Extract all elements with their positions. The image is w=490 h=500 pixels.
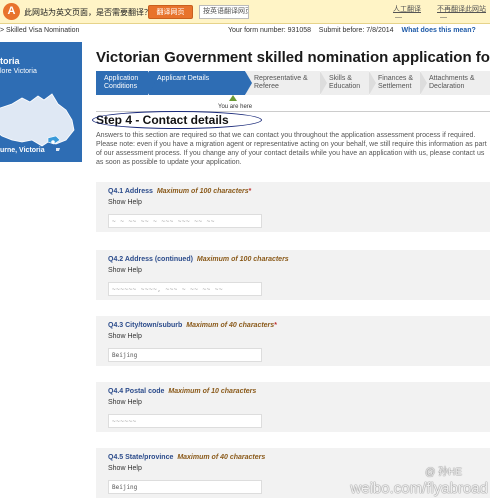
step-arrow: [148, 71, 155, 95]
translate-option-link[interactable]: —: [440, 14, 447, 21]
show-help-link[interactable]: Show Help: [108, 399, 142, 406]
translate-language-select[interactable]: 按英语翻译网页: [199, 5, 249, 19]
step-arrow: [245, 71, 252, 95]
postal-code-input[interactable]: ~~~~~~: [108, 414, 262, 428]
show-help-link[interactable]: Show Help: [108, 333, 142, 340]
submit-before: Submit before: 7/8/2014: [318, 27, 394, 34]
page-title: Victorian Government skilled nomination …: [96, 49, 490, 66]
question-label: Q4.4 Postal code Maximum of 10 character…: [108, 388, 257, 395]
never-translate-link[interactable]: 不再翻译此网站: [437, 4, 486, 14]
step-label: Application Conditions: [104, 75, 139, 90]
step-arrow: [420, 71, 427, 95]
question-label: Q4.1 Address Maximum of 100 characters*: [108, 188, 252, 195]
translate-button[interactable]: 翻译网页: [148, 5, 193, 19]
you-are-here-marker-icon: [229, 95, 237, 101]
australia-map-icon: [0, 93, 75, 151]
translate-bar: A 此网站为英文页面，是否需要翻译？ 翻译网页 按英语翻译网页 人工翻译 不再翻…: [0, 0, 490, 24]
state-input[interactable]: Beijing: [108, 480, 262, 494]
step-label: Finances & Settlement: [378, 75, 414, 90]
breadcrumb[interactable]: > Skilled Visa Nomination: [0, 27, 79, 34]
question-label: Q4.3 City/town/suburb Maximum of 40 char…: [108, 322, 277, 329]
show-help-link[interactable]: Show Help: [108, 267, 142, 274]
question-label: Q4.2 Address (continued) Maximum of 100 …: [108, 256, 289, 263]
victoria-banner: toria lore Victoria urne, Victoria: [0, 42, 82, 162]
hand-drawn-circle: [92, 111, 262, 129]
show-help-link[interactable]: Show Help: [108, 465, 142, 472]
step-arrow: [369, 71, 376, 95]
step-application-conditions[interactable]: Application Conditions: [96, 71, 155, 95]
question-postal-code: Q4.4 Postal code Maximum of 10 character…: [96, 382, 490, 432]
step-label: Representative & Referee: [254, 75, 308, 90]
step-arrow: [320, 71, 327, 95]
question-address: Q4.1 Address Maximum of 100 characters* …: [96, 182, 490, 232]
section-intro: Answers to this section are required so …: [96, 132, 487, 166]
step-representative-referee[interactable]: Representative & Referee: [246, 71, 327, 95]
step-skills-education[interactable]: Skills & Education: [321, 71, 376, 95]
step-label: Applicant Details: [157, 75, 210, 82]
banner-title: toria: [0, 56, 20, 66]
step-label: Attachments & Declaration: [429, 75, 475, 90]
watermark-url: weibo.com/flyabroad: [350, 480, 488, 497]
watermark-user: @ 孙HE: [425, 467, 462, 478]
banner-location: urne, Victoria: [0, 147, 45, 154]
translate-icon: A: [3, 3, 20, 20]
banner-subtitle[interactable]: lore Victoria: [0, 68, 37, 75]
address-continued-input[interactable]: ~~~~~~ ~~~~, ~~~ ~ ~~ ~~ ~~: [108, 282, 262, 296]
manual-translate-link[interactable]: 人工翻译: [393, 4, 421, 14]
step-label: Skills & Education: [329, 75, 361, 90]
question-city: Q4.3 City/town/suburb Maximum of 40 char…: [96, 316, 490, 366]
city-input[interactable]: Beijing: [108, 348, 262, 362]
progress-steps: Application Conditions Applicant Details…: [96, 71, 490, 95]
step-attachments-declaration[interactable]: Attachments & Declaration: [421, 71, 490, 95]
address-input[interactable]: ~ ~ ~~ ~~ ~ ~~~ ~~~ ~~ ~~: [108, 214, 262, 228]
you-are-here-text: You are here: [218, 104, 253, 110]
question-address-continued: Q4.2 Address (continued) Maximum of 100 …: [96, 250, 490, 300]
step-finances-settlement[interactable]: Finances & Settlement: [370, 71, 427, 95]
form-info: Your form number: 931058 Submit before: …: [228, 27, 476, 34]
step-applicant-details[interactable]: Applicant Details: [149, 71, 252, 95]
what-does-this-mean-link[interactable]: What does this mean?: [401, 27, 475, 34]
show-help-link[interactable]: Show Help: [108, 199, 142, 206]
form-number: Your form number: 931058: [228, 27, 312, 34]
translate-option-link[interactable]: —: [395, 14, 402, 21]
translate-message: 此网站为英文页面，是否需要翻译？: [24, 8, 152, 17]
question-label: Q4.5 State/province Maximum of 40 charac…: [108, 454, 266, 461]
